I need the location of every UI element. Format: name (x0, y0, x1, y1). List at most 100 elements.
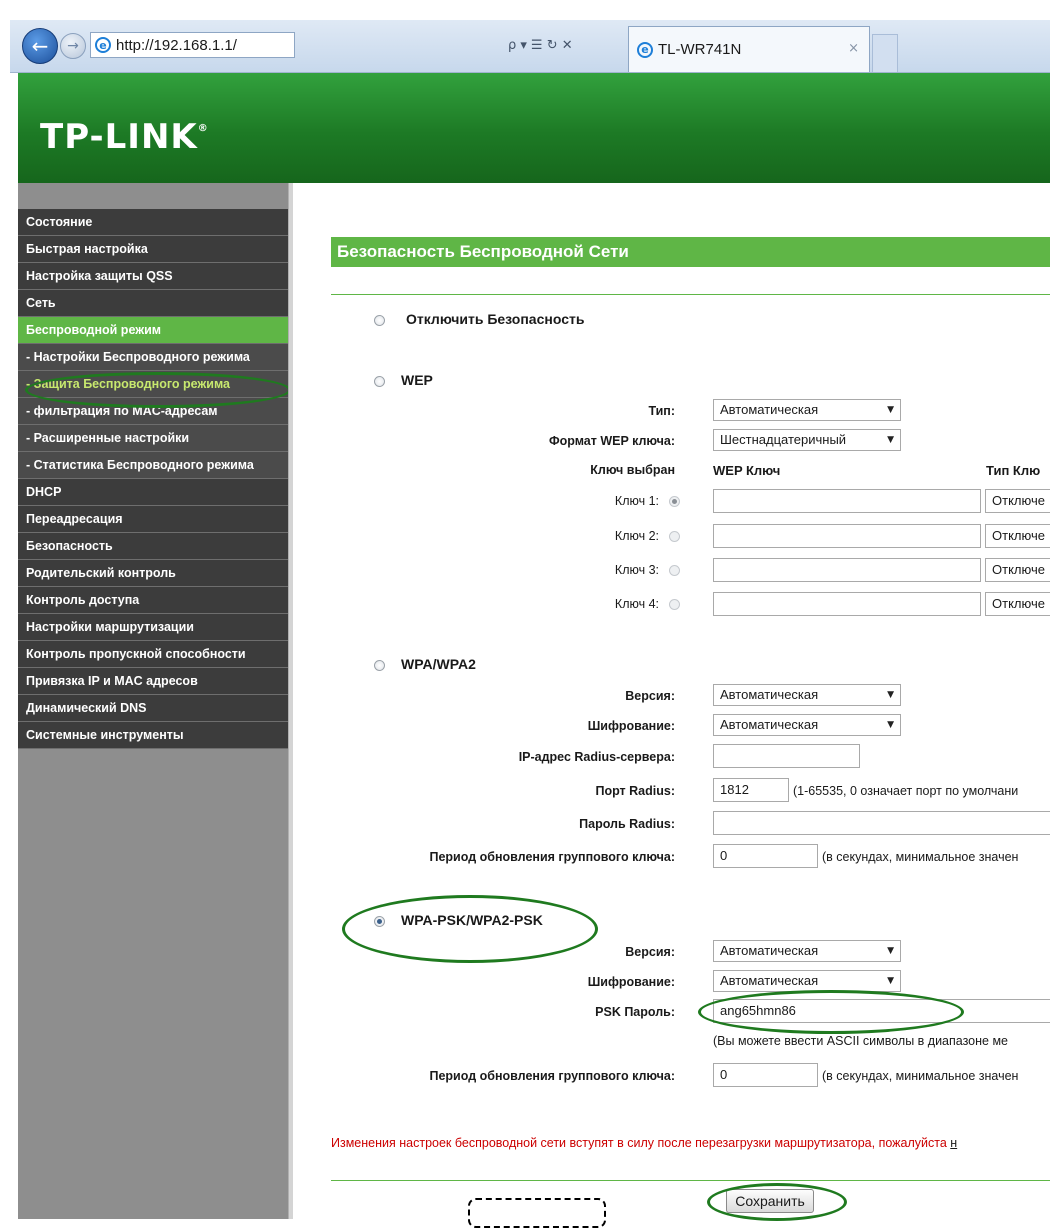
sidebar-menu: Состояние Быстрая настройка Настройка за… (18, 209, 288, 749)
menu-item-mac-filtering[interactable]: - фильтрация по MAC-адресам (18, 398, 288, 425)
wep-type-value: Автоматическая (720, 402, 819, 417)
chevron-down-icon: ▼ (887, 435, 894, 445)
sidebar: Состояние Быстрая настройка Настройка за… (18, 183, 288, 1219)
reboot-notice: Изменения настроек беспроводной сети вст… (331, 1136, 957, 1150)
wpa-version-value: Автоматическая (720, 687, 819, 702)
menu-item-forwarding[interactable]: Переадресация (18, 506, 288, 533)
psk-group-input[interactable]: 0 (713, 1063, 818, 1087)
menu-item-security[interactable]: Безопасность (18, 533, 288, 560)
wep-key1-label: Ключ 1: (614, 494, 659, 508)
chevron-down-icon: ▼ (887, 976, 894, 986)
radio-wep[interactable] (374, 376, 385, 387)
tp-link-logo: TP-LINK® (40, 117, 209, 157)
psk-pass-hint: (Вы можете ввести ASCII символы в диапаз… (713, 1034, 1009, 1048)
menu-item-dhcp[interactable]: DHCP (18, 479, 288, 506)
psk-version-value: Автоматическая (720, 943, 819, 958)
menu-item-quick-setup[interactable]: Быстрая настройка (18, 236, 288, 263)
wep-format-select[interactable]: Шестнадцатеричный ▼ (713, 429, 901, 451)
main-content: Безопасность Беспроводной Сети Отключить… (293, 183, 1050, 1219)
address-bar[interactable]: e http://192.168.1.1/ (90, 32, 295, 58)
wpa-version-label: Версия: (625, 689, 675, 703)
wep-key2-input[interactable] (713, 524, 981, 548)
menu-item-system-tools[interactable]: Системные инструменты (18, 722, 288, 749)
wep-key4-radio[interactable] (669, 599, 680, 610)
menu-item-wireless-statistics[interactable]: - Статистика Беспроводного режима (18, 452, 288, 479)
close-tab-icon[interactable]: × (848, 41, 859, 56)
menu-item-wireless[interactable]: Беспроводной режим (18, 317, 288, 344)
psk-enc-select[interactable]: Автоматическая ▼ (713, 970, 901, 992)
registered-mark: ® (197, 123, 209, 134)
radius-port-input[interactable]: 1812 (713, 778, 789, 802)
tab-title: TL-WR741N (658, 41, 742, 58)
wep-key1-type[interactable]: Отключе (985, 489, 1050, 513)
radius-ip-input[interactable] (713, 744, 860, 768)
reboot-notice-text: Изменения настроек беспроводной сети вст… (331, 1136, 951, 1150)
wep-key1-input[interactable] (713, 489, 981, 513)
psk-version-select[interactable]: Автоматическая ▼ (713, 940, 901, 962)
psk-version-label: Версия: (625, 945, 675, 959)
psk-group-label: Период обновления группового ключа: (429, 1069, 675, 1083)
chevron-down-icon: ▼ (887, 720, 894, 730)
address-tools[interactable]: ρ ▾ ☰ ↻ ✕ (508, 34, 573, 56)
menu-item-access-control[interactable]: Контроль доступа (18, 587, 288, 614)
menu-item-ip-mac-binding[interactable]: Привязка IP и MAC адресов (18, 668, 288, 695)
menu-item-wireless-settings[interactable]: - Настройки Беспроводного режима (18, 344, 288, 371)
chevron-down-icon: ▼ (887, 405, 894, 415)
forward-button[interactable]: → (60, 33, 86, 59)
top-strip (0, 0, 1050, 20)
menu-item-ddns[interactable]: Динамический DNS (18, 695, 288, 722)
wep-key3-type[interactable]: Отключе (985, 558, 1050, 582)
radius-pass-input[interactable] (713, 811, 1050, 835)
new-tab-button[interactable] (872, 34, 898, 72)
wep-key2-type[interactable]: Отключе (985, 524, 1050, 548)
chevron-down-icon: ▼ (887, 946, 894, 956)
wpa-group-input[interactable]: 0 (713, 844, 818, 868)
psk-pass-input[interactable]: ang65hmn86 (713, 999, 1050, 1023)
reboot-link[interactable]: н (950, 1136, 957, 1150)
radio-wpa[interactable] (374, 660, 385, 671)
wpa-group-label: Период обновления группового ключа: (429, 850, 675, 864)
radio-disable-security[interactable] (374, 315, 385, 326)
wep-key2-radio[interactable] (669, 531, 680, 542)
wep-key1-radio[interactable] (669, 496, 680, 507)
tab-ie-icon: e (637, 41, 653, 58)
address-text: http://192.168.1.1/ (116, 36, 237, 54)
wpa-enc-select[interactable]: Автоматическая ▼ (713, 714, 901, 736)
menu-item-wireless-security[interactable]: - Защита Беспроводного режима (18, 371, 288, 398)
refresh-stop-icons[interactable]: ☰ ↻ ✕ (531, 38, 573, 53)
radio-wpa-psk[interactable] (374, 916, 385, 927)
back-button[interactable]: ← (22, 28, 58, 64)
menu-item-wireless-advanced[interactable]: - Расширенные настройки (18, 425, 288, 452)
wpa-version-select[interactable]: Автоматическая ▼ (713, 684, 901, 706)
menu-item-network[interactable]: Сеть (18, 290, 288, 317)
forward-arrow-icon: → (67, 38, 79, 54)
dashed-annotation-box (468, 1198, 606, 1228)
menu-item-status[interactable]: Состояние (18, 209, 288, 236)
wep-format-value: Шестнадцатеричный (720, 432, 847, 447)
wep-col-key: WEP Ключ (713, 463, 781, 478)
radius-port-hint: (1-65535, 0 означает порт по умолчани (793, 784, 1019, 798)
menu-item-parental-control[interactable]: Родительский контроль (18, 560, 288, 587)
search-icon[interactable]: ρ ▾ (508, 38, 527, 53)
disable-security-label: Отключить Безопасность (406, 311, 585, 327)
wep-label: WEP (401, 372, 433, 388)
wep-key4-type[interactable]: Отключе (985, 592, 1050, 616)
wep-key3-input[interactable] (713, 558, 981, 582)
save-button[interactable]: Сохранить (726, 1189, 814, 1213)
logo-text: TP-LINK (40, 117, 198, 157)
wep-format-label: Формат WEP ключа: (548, 434, 675, 448)
radius-port-label: Порт Radius: (595, 784, 675, 798)
bottom-divider (331, 1180, 1050, 1181)
ie-page-icon: e (95, 37, 111, 53)
wep-key4-input[interactable] (713, 592, 981, 616)
wep-col-selected: Ключ выбран (590, 463, 675, 477)
menu-item-routing[interactable]: Настройки маршрутизации (18, 614, 288, 641)
wep-type-select[interactable]: Автоматическая ▼ (713, 399, 901, 421)
psk-pass-label: PSK Пароль: (595, 1005, 675, 1019)
wep-key3-radio[interactable] (669, 565, 680, 576)
menu-item-bandwidth[interactable]: Контроль пропускной способности (18, 641, 288, 668)
menu-item-qss[interactable]: Настройка защиты QSS (18, 263, 288, 290)
wep-col-type: Тип Клю (986, 463, 1041, 478)
wep-type-label: Тип: (648, 404, 675, 418)
browser-tab[interactable]: e TL-WR741N × (628, 26, 870, 72)
